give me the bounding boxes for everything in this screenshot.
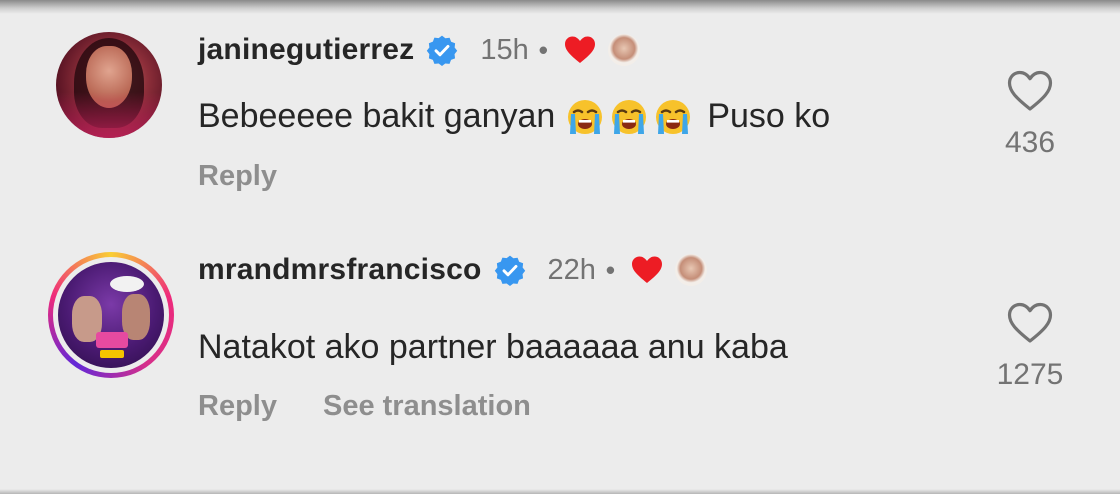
author-mini-avatar [607,34,640,66]
separator-dot: • [605,254,616,285]
story-ring[interactable] [48,252,174,378]
loudly-crying-face-icon [568,100,603,134]
separator-dot: • [538,34,548,65]
loudly-crying-face-icon [656,100,691,134]
heart-outline-icon[interactable] [1007,70,1053,112]
like-control: 436 [982,70,1078,160]
like-count: 1275 [996,358,1064,391]
top-shadow [0,0,1120,14]
reply-button[interactable]: Reply [198,160,277,193]
avatar[interactable] [56,32,162,138]
comment-text: Bebeeeee bakit ganyan Puso ko [198,96,830,136]
reply-button[interactable]: Reply [198,390,277,423]
comment-actions: Reply [198,160,323,193]
comment-header: janinegutierrez 15h • [198,32,640,68]
comment-text-part: Bebeeeee bakit ganyan [198,96,556,135]
comment-text-part: Puso ko [707,96,831,135]
comment-text: Natakot ako partner baaaaaa anu kaba [198,328,788,366]
emoji-group [565,96,697,136]
verified-badge-icon [427,35,458,66]
username[interactable]: janinegutierrez [198,33,414,67]
see-translation-button[interactable]: See translation [323,390,531,423]
timestamp: 15h [480,33,529,66]
like-control: 1275 [982,302,1078,392]
bottom-shadow [0,489,1120,494]
loudly-crying-face-icon [612,100,647,134]
username[interactable]: mrandmrsfrancisco [198,253,482,287]
comment-actions: Reply See translation [198,390,577,423]
comment-header: mrandmrsfrancisco 22h • [198,252,708,288]
verified-badge-icon [494,255,525,286]
like-count: 436 [1004,126,1056,159]
author-mini-avatar [675,254,708,286]
liked-by-author-heart-icon [564,36,595,63]
liked-by-author-heart-icon [632,256,663,283]
avatar[interactable] [58,262,164,368]
heart-outline-icon[interactable] [1007,302,1053,344]
timestamp: 22h [547,253,596,286]
